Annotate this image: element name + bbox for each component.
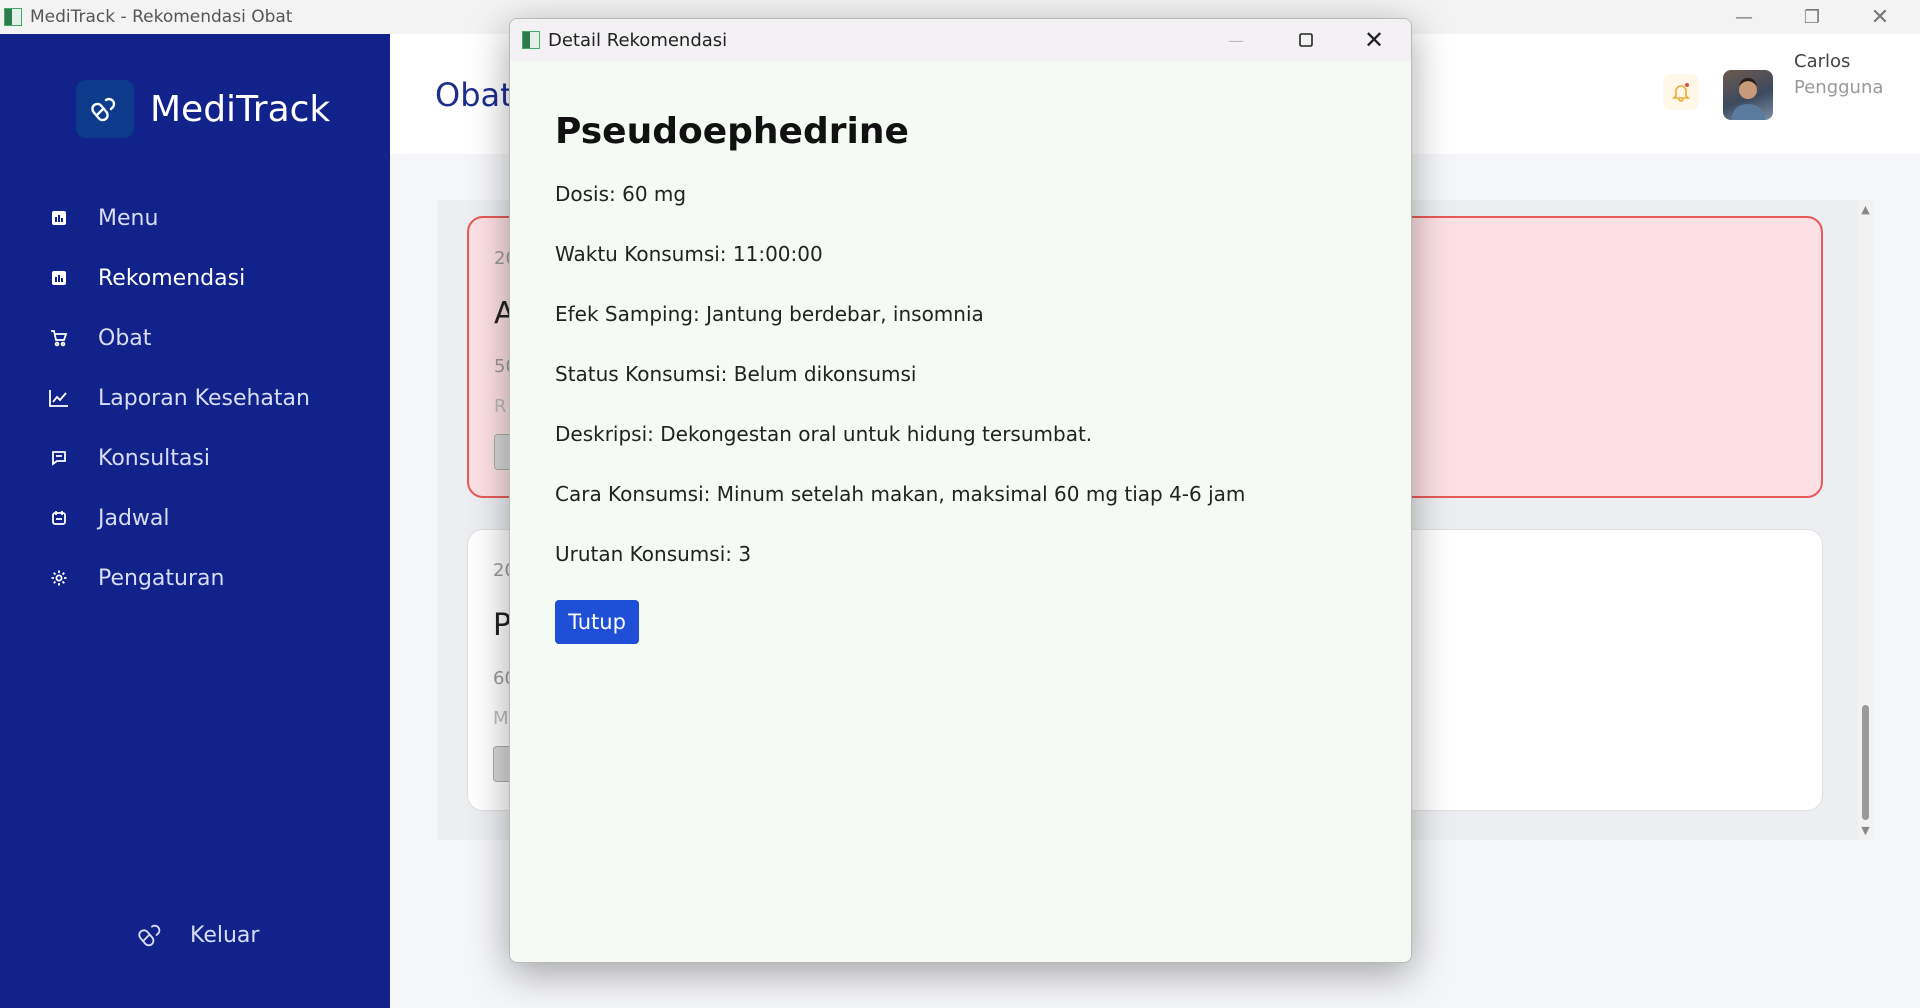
sidebar-item-label: Jadwal [98,505,170,531]
sidebar-item-jadwal[interactable]: Jadwal [0,488,390,548]
minimize-icon[interactable]: — [1710,0,1778,34]
sidebar-item-label: Konsultasi [98,445,210,471]
minimize-icon[interactable]: — [1202,19,1270,61]
card-description: R [494,396,507,417]
vertical-scrollbar[interactable]: ▲ ▼ [1858,200,1873,840]
sidebar-item-obat[interactable]: Obat [0,308,390,368]
dashboard-icon [48,207,70,229]
sidebar-item-label: Laporan Kesehatan [98,385,310,411]
sidebar: MediTrack Menu Rekomendasi Obat Laporan … [0,34,390,1008]
calendar-icon [48,507,70,529]
maximize-icon[interactable] [1272,19,1340,61]
dialog-title: Detail Rekomendasi [548,29,728,51]
scroll-down-icon[interactable]: ▼ [1858,823,1873,838]
sidebar-item-laporan-kesehatan[interactable]: Laporan Kesehatan [0,368,390,428]
card-description: M [493,708,509,729]
notification-bell-icon[interactable] [1663,74,1699,110]
pill-logo-icon [76,80,134,138]
detail-time: Waktu Konsumsi: 11:00:00 [555,242,823,266]
pill-icon [136,920,166,950]
cart-icon [48,327,70,349]
app-icon [522,31,540,49]
sidebar-item-menu[interactable]: Menu [0,188,390,248]
app-icon [4,8,22,26]
sidebar-item-label: Menu [98,205,159,231]
sidebar-item-label: Obat [98,325,152,351]
detail-order: Urutan Konsumsi: 3 [555,542,752,566]
medicine-name: Pseudoephedrine [555,111,909,152]
detail-description: Deskripsi: Dekongestan oral untuk hidung… [555,422,1093,446]
detail-dialog: Detail Rekomendasi — ✕ Pseudoephedrine D… [509,18,1412,963]
gear-icon [48,567,70,589]
avatar[interactable] [1723,70,1773,120]
sidebar-item-konsultasi[interactable]: Konsultasi [0,428,390,488]
scroll-up-icon[interactable]: ▲ [1858,202,1873,217]
scrollbar-thumb[interactable] [1862,705,1869,820]
detail-side-effects: Efek Samping: Jantung berdebar, insomnia [555,302,984,326]
dialog-body: Pseudoephedrine Dosis: 60 mg Waktu Konsu… [555,111,1375,644]
page-title: Obat [435,76,513,114]
window-title: MediTrack - Rekomendasi Obat [30,7,293,27]
detail-status: Status Konsumsi: Belum dikonsumsi [555,362,917,386]
dashboard-icon [48,267,70,289]
close-button[interactable]: Tutup [555,600,639,644]
sidebar-nav: Menu Rekomendasi Obat Laporan Kesehatan … [0,188,390,608]
sidebar-item-pengaturan[interactable]: Pengaturan [0,548,390,608]
restore-icon[interactable]: ❐ [1778,0,1846,34]
line-chart-icon [48,387,70,409]
dialog-titlebar: Detail Rekomendasi — ✕ [510,19,1411,61]
user-name: Carlos [1794,51,1851,72]
sidebar-item-label: Pengaturan [98,565,225,591]
brand-name: MediTrack [150,88,331,130]
chat-icon [48,447,70,469]
sidebar-item-rekomendasi[interactable]: Rekomendasi [0,248,390,308]
detail-dose: Dosis: 60 mg [555,182,687,206]
user-role: Pengguna [1794,77,1884,98]
close-icon[interactable]: ✕ [1846,0,1914,34]
brand: MediTrack [76,80,330,138]
sidebar-item-label: Rekomendasi [98,265,246,291]
detail-instructions: Cara Konsumsi: Minum setelah makan, maks… [555,482,1246,506]
logout-label: Keluar [190,922,260,948]
close-icon[interactable]: ✕ [1340,19,1408,61]
logout-button[interactable]: Keluar [136,920,259,950]
